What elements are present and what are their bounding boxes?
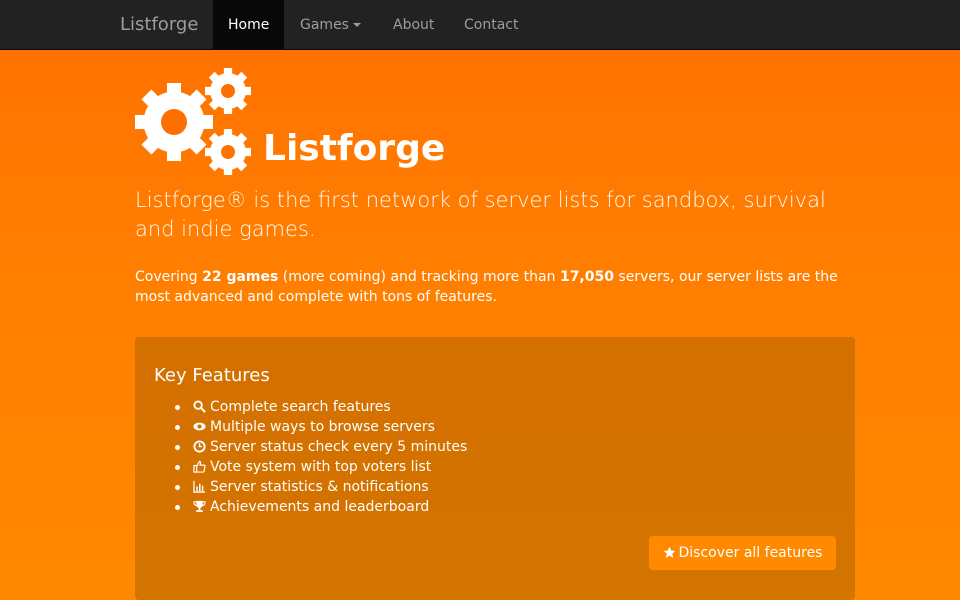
list-item: Server statistics & notifications [175,477,467,497]
feature-label: Multiple ways to browse servers [210,419,435,435]
key-features-panel: Key Features Complete search features Mu… [135,337,855,600]
clock-icon [193,440,206,453]
nav-about-label: About [393,17,435,33]
logo-title: Listforge [263,128,446,169]
list-item: Vote system with top voters list [175,457,467,477]
caret-down-icon [352,23,361,27]
feature-label: Server status check every 5 minutes [210,439,468,455]
bar-chart-icon [193,480,206,493]
nav-games-label: Games [300,17,349,33]
trophy-icon [193,500,206,513]
eye-icon [193,422,206,431]
nav-games-dropdown[interactable]: Games [285,0,376,50]
nav-contact-label: Contact [464,17,519,33]
list-item: Server status check every 5 minutes [175,437,467,457]
hero-intro: Covering 22 games (more coming) and trac… [135,267,855,307]
list-item: Achievements and leaderboard [175,497,467,517]
gears-icon [135,68,251,175]
nav-home[interactable]: Home [213,0,285,50]
nav-contact[interactable]: Contact [449,0,533,50]
discover-features-label: Discover all features [678,545,823,561]
navbar-brand[interactable]: Listforge [120,0,198,50]
nav-home-label: Home [228,17,270,33]
star-icon [663,546,675,558]
thumbs-up-icon [193,460,206,473]
feature-label: Vote system with top voters list [210,459,432,475]
intro-text-2: (more coming) and tracking more than [278,269,560,285]
intro-text-1: Covering [135,269,203,285]
navbar: Listforge Home Games About Contact [0,0,960,50]
features-list: Complete search features Multiple ways t… [175,397,467,517]
list-item: Multiple ways to browse servers [175,417,467,437]
panel-title: Key Features [154,365,270,386]
search-icon [193,400,206,413]
discover-features-button[interactable]: Discover all features [649,536,836,570]
games-count: 22 games [202,269,279,285]
list-item: Complete search features [175,397,467,417]
hero-lead: Listforge® is the first network of serve… [135,188,826,241]
feature-label: Complete search features [210,399,391,415]
servers-count: 17,050 [559,269,614,285]
feature-label: Server statistics & notifications [210,479,429,495]
feature-label: Achievements and leaderboard [210,499,430,515]
nav-about[interactable]: About [378,0,449,50]
